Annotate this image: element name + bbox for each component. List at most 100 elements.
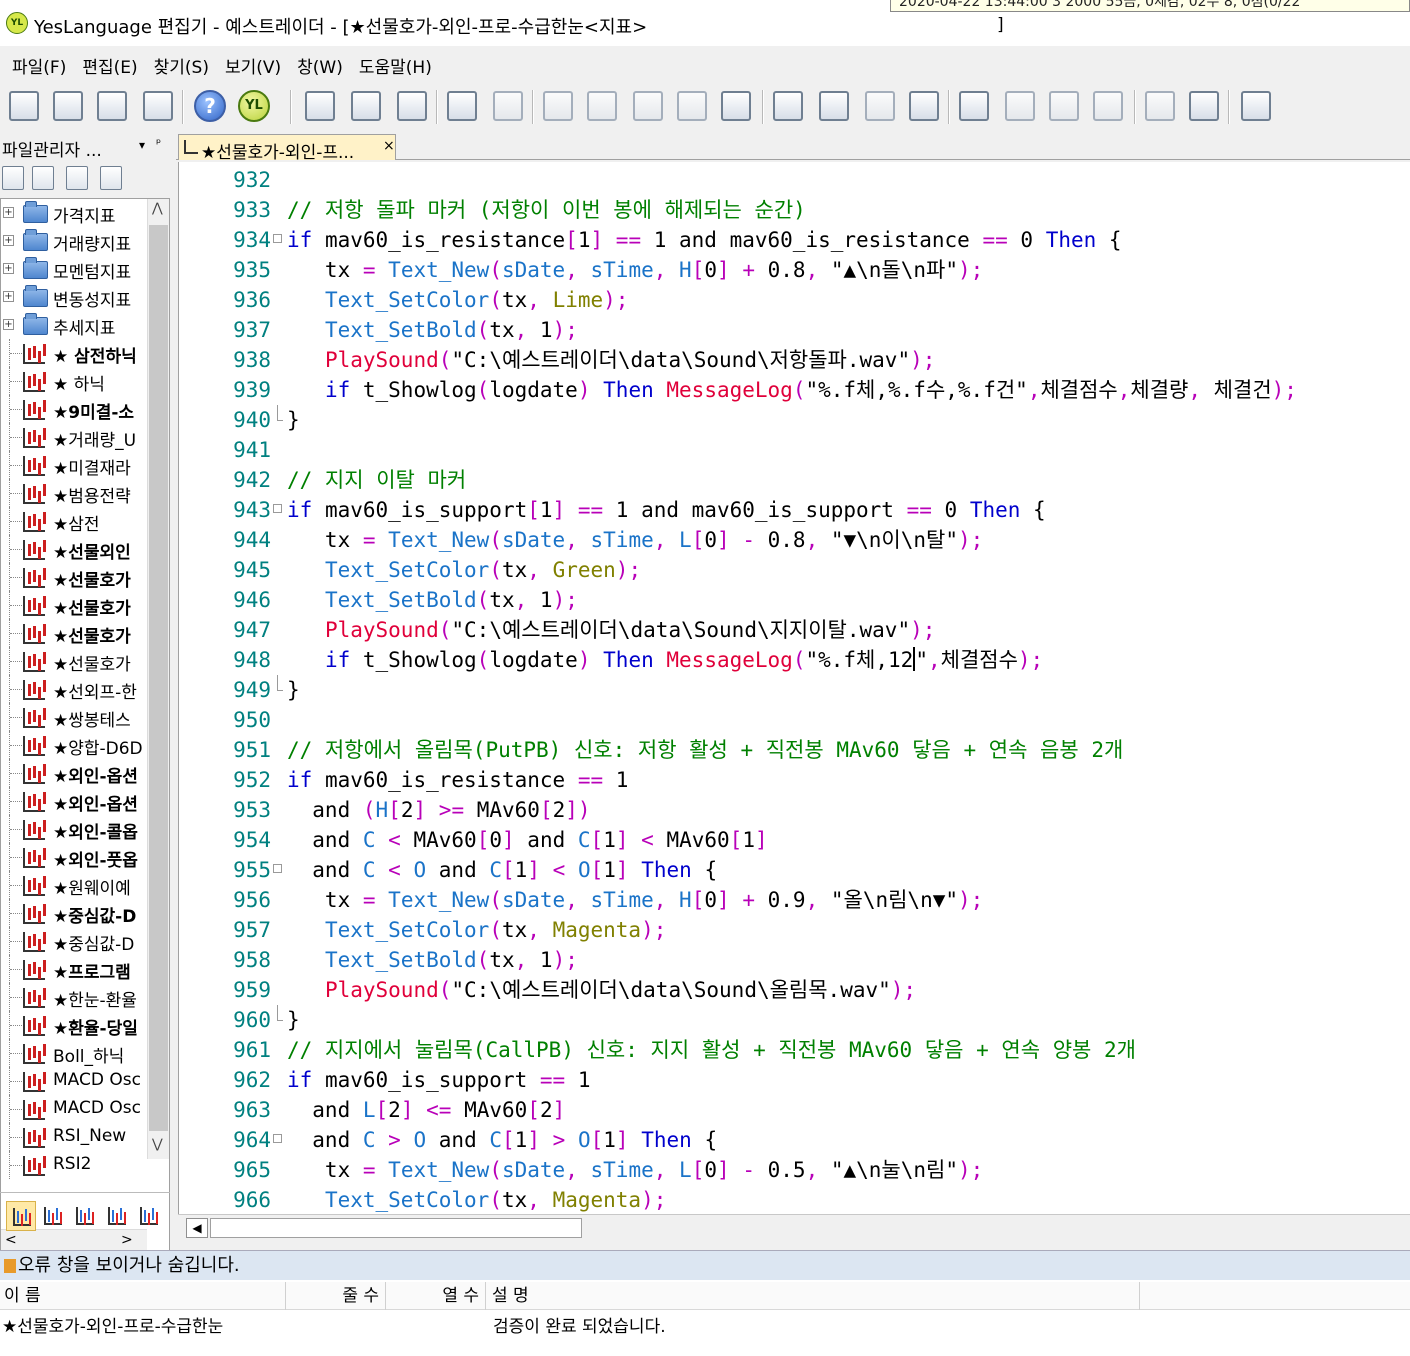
close-icon[interactable]: × xyxy=(383,138,395,154)
code-line[interactable]: 966 Text_SetColor(tx, Magenta); xyxy=(179,1185,1410,1214)
scrollbar-thumb[interactable] xyxy=(210,1218,582,1238)
open-document-icon[interactable] xyxy=(32,166,54,190)
tree-file[interactable]: ★삼전 xyxy=(1,507,147,535)
tree-file[interactable]: ★선물호가 xyxy=(1,563,147,591)
tree-file[interactable]: ★한눈-환율 xyxy=(1,983,147,1011)
tree-file[interactable]: ★선물호가 xyxy=(1,619,147,647)
code-line[interactable]: 951 // 저항에서 올림목(PutPB) 신호: 저항 활성 + 직전봉 MA… xyxy=(179,735,1410,765)
settings-button[interactable] xyxy=(1238,88,1274,124)
code-line[interactable]: 938 PlaySound("C:\예스트레이더\data\Sound\저항돌파… xyxy=(179,345,1410,375)
code-line[interactable]: 947 PlaySound("C:\예스트레이더\data\Sound\지지이탈… xyxy=(179,615,1410,645)
menu-window[interactable]: 창(W) xyxy=(289,49,351,82)
tree-file[interactable]: ★선물호가 xyxy=(1,591,147,619)
grid-alt-button[interactable] xyxy=(718,88,754,124)
scrollbar-thumb[interactable] xyxy=(149,225,168,1131)
tree-file[interactable]: ★거래량_U xyxy=(1,423,147,451)
uncomment-button[interactable] xyxy=(1186,88,1222,124)
scroll-left-icon[interactable]: ◀ xyxy=(186,1218,208,1238)
new-file-button[interactable] xyxy=(6,88,42,124)
bookmark-prev-button[interactable] xyxy=(1002,88,1038,124)
open-file-button[interactable] xyxy=(50,88,86,124)
tree-file[interactable]: ★외인-옵션 xyxy=(1,787,147,815)
code-line[interactable]: 946 Text_SetBold(tx, 1); xyxy=(179,585,1410,615)
code-line[interactable]: 949} xyxy=(179,675,1410,705)
column-header-line[interactable]: 줄 수 xyxy=(286,1282,386,1310)
tree-file[interactable]: ★중심값-D xyxy=(1,927,147,955)
code-line[interactable]: 943 if mav60_is_support[1] == 1 and mav60… xyxy=(179,495,1410,525)
code-line[interactable]: 963 and L[2] <= MAv60[2] xyxy=(179,1095,1410,1125)
tab-search[interactable] xyxy=(134,1201,164,1231)
code-editor[interactable]: 932 933 // 저항 돌파 마커 (저항이 이번 봉에 해제되는 순간) 934… xyxy=(178,162,1410,1214)
copy-document-icon[interactable] xyxy=(66,166,88,190)
scroll-up-icon[interactable]: ⋀ xyxy=(152,201,163,216)
yeslanguage-button[interactable]: YL xyxy=(236,88,272,124)
code-line[interactable]: 952 if mav60_is_resistance == 1 xyxy=(179,765,1410,795)
column-header-column[interactable]: 열 수 xyxy=(386,1282,486,1310)
tree-folder[interactable]: + 가격지표 xyxy=(1,199,147,227)
find-next-button[interactable] xyxy=(816,88,852,124)
tab-trading[interactable] xyxy=(102,1201,132,1231)
tree-file[interactable]: ★외인-옵션 xyxy=(1,759,147,787)
copy-button[interactable] xyxy=(584,88,620,124)
error-panel-title[interactable]: 오류 창을 보이거나 숨깁니다. xyxy=(0,1250,1410,1280)
verify-button[interactable] xyxy=(302,88,338,124)
code-line[interactable]: 950 xyxy=(179,705,1410,735)
expand-icon[interactable]: + xyxy=(3,207,14,218)
table-button[interactable] xyxy=(444,88,480,124)
menu-file[interactable]: 파일(F) xyxy=(4,49,74,82)
code-line[interactable]: 958 Text_SetBold(tx, 1); xyxy=(179,945,1410,975)
save-file-button[interactable] xyxy=(94,88,130,124)
new-document-icon[interactable] xyxy=(2,166,24,190)
tree-file[interactable]: ★선외프-한 xyxy=(1,675,147,703)
tree-file[interactable]: ★범용전략 xyxy=(1,479,147,507)
tree-file[interactable]: ★선물호가 xyxy=(1,647,147,675)
code-line[interactable]: 936 Text_SetColor(tx, Lime); xyxy=(179,285,1410,315)
tree-folder[interactable]: + 모멘텀지표 xyxy=(1,255,147,283)
tree-file[interactable]: MACD Osc xyxy=(1,1067,147,1095)
tree-file[interactable]: RSI_New xyxy=(1,1123,147,1151)
expand-icon[interactable]: + xyxy=(3,291,14,302)
tree-file[interactable]: ★환율-당일 xyxy=(1,1011,147,1039)
code-line[interactable]: 939 if t_Showlog(logdate) Then MessageLo… xyxy=(179,375,1410,405)
find-button[interactable] xyxy=(770,88,806,124)
tab-current-document[interactable]: ★선물호가-외인-프... × xyxy=(178,134,396,163)
tree-file[interactable]: ★중심값-D xyxy=(1,899,147,927)
tree-folder[interactable]: + 추세지표 xyxy=(1,311,147,339)
code-line[interactable]: 960} xyxy=(179,1005,1410,1035)
tree-file[interactable]: ★ 하닉 xyxy=(1,367,147,395)
code-line[interactable]: 959 PlaySound("C:\예스트레이더\data\Sound\올림목.… xyxy=(179,975,1410,1005)
code-line[interactable]: 955 and C < O and C[1] < O[1] Then { xyxy=(179,855,1410,885)
spell-check-button[interactable] xyxy=(906,88,942,124)
column-header-description[interactable]: 설 명 xyxy=(486,1282,1140,1310)
edit-document-icon[interactable] xyxy=(100,166,122,190)
code-line[interactable]: 933 // 저항 돌파 마커 (저항이 이번 봉에 해제되는 순간) xyxy=(179,195,1410,225)
tree-file[interactable]: ★쌍봉테스 xyxy=(1,703,147,731)
tree-file[interactable]: ★외인-풋옵 xyxy=(1,843,147,871)
code-line[interactable]: 932 xyxy=(179,165,1410,195)
code-line[interactable]: 945 Text_SetColor(tx, Green); xyxy=(179,555,1410,585)
menu-find[interactable]: 찾기(S) xyxy=(146,49,217,82)
comment-button[interactable] xyxy=(1142,88,1178,124)
tree-file[interactable]: ★양합-D6D xyxy=(1,731,147,759)
bookmark-toggle-button[interactable] xyxy=(956,88,992,124)
fold-toggle-icon[interactable] xyxy=(273,864,282,873)
column-header-name[interactable]: 이 름 xyxy=(0,1282,286,1310)
code-line[interactable]: 948 if t_Showlog(logdate) Then MessageLo… xyxy=(179,645,1410,675)
expand-icon[interactable]: + xyxy=(3,319,14,330)
expand-icon[interactable]: + xyxy=(3,235,14,246)
tree-file[interactable]: ★원웨이예 xyxy=(1,871,147,899)
code-line[interactable]: 964 and C > O and C[1] > O[1] Then { xyxy=(179,1125,1410,1155)
tree-file[interactable]: ★외인-콜옵 xyxy=(1,815,147,843)
scroll-down-icon[interactable]: ⋁ xyxy=(152,1137,163,1152)
code-line[interactable]: 935 tx = Text_New(sDate, sTime, H[0] + 0… xyxy=(179,255,1410,285)
bookmark-next-button[interactable] xyxy=(1046,88,1082,124)
file-tree-vertical-scrollbar[interactable]: ⋀ ⋁ xyxy=(147,199,169,1159)
table-alt-button[interactable] xyxy=(490,88,526,124)
code-line[interactable]: 944 tx = Text_New(sDate, sTime, L[0] - 0… xyxy=(179,525,1410,555)
code-line[interactable]: 942 // 지지 이탈 마커 xyxy=(179,465,1410,495)
code-line[interactable]: 953 and (H[2] >= MAv60[2]) xyxy=(179,795,1410,825)
code-line[interactable]: 965 tx = Text_New(sDate, sTime, L[0] - 0… xyxy=(179,1155,1410,1185)
chevron-down-icon[interactable]: ▾ xyxy=(139,138,145,152)
replace-button[interactable] xyxy=(862,88,898,124)
tree-file[interactable]: ★미결재라 xyxy=(1,451,147,479)
